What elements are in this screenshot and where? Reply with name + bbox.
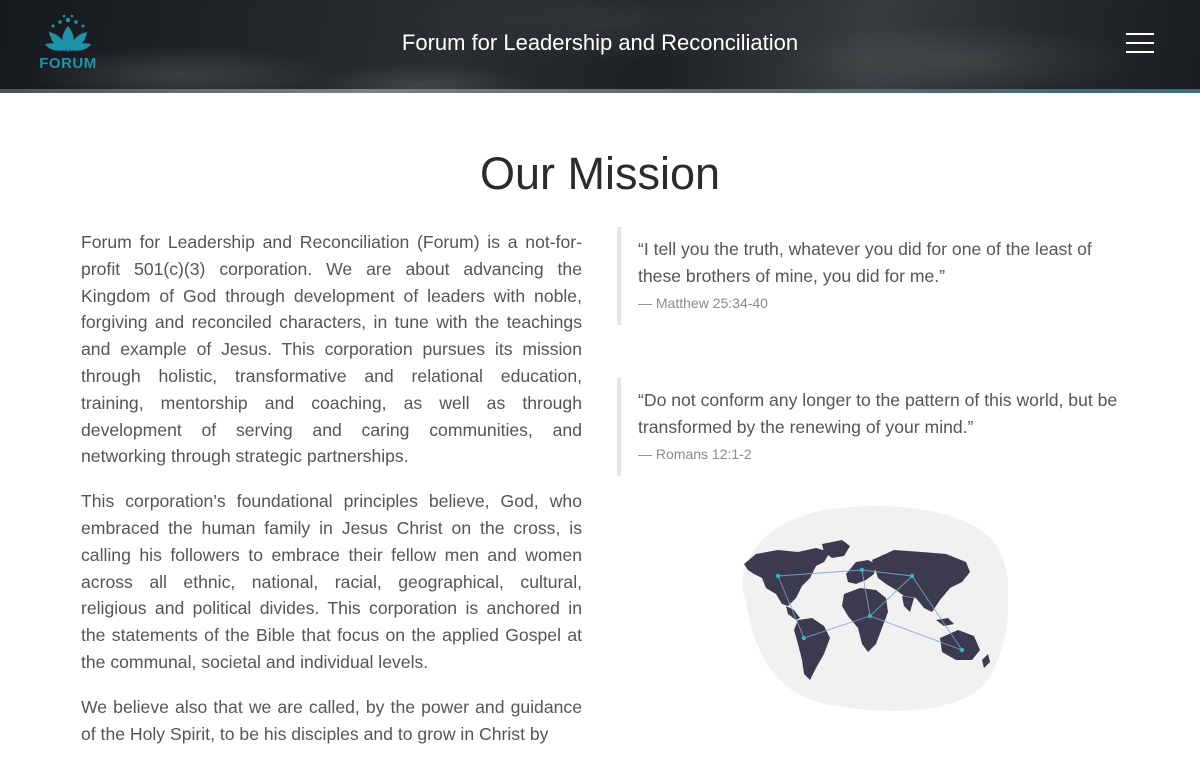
page-title: Our Mission xyxy=(479,148,721,199)
quote-citation: — Matthew 25:34-40 xyxy=(638,294,768,311)
mission-paragraph: We believe also that we are called, by t… xyxy=(81,696,582,744)
menu-line xyxy=(1126,42,1154,44)
hamburger-menu-icon[interactable] xyxy=(1126,33,1154,55)
menu-line xyxy=(1126,33,1154,35)
logo-text: FORUM xyxy=(39,55,97,72)
site-title: Forum for Leadership and Reconciliation xyxy=(401,30,799,55)
quote-text: “Do not conform any longer to the patter… xyxy=(638,390,1118,437)
scripture-quote: “Do not conform any longer to the patter… xyxy=(617,378,1138,476)
quote-text: “I tell you the truth, whatever you did … xyxy=(638,239,1092,286)
mission-text: Forum for Leadership and Reconciliation … xyxy=(81,229,582,765)
mission-paragraph: This corporation’s foundational principl… xyxy=(81,491,582,672)
quote-citation: — Romans 12:1-2 xyxy=(638,445,752,462)
mission-paragraph: Forum for Leadership and Reconciliation … xyxy=(81,232,582,467)
world-map-network-icon xyxy=(742,506,1008,711)
scripture-quote: “I tell you the truth, whatever you did … xyxy=(617,227,1138,325)
site-header: FORUM Forum for Leadership and Reconcili… xyxy=(0,0,1200,93)
menu-line xyxy=(1126,51,1154,53)
